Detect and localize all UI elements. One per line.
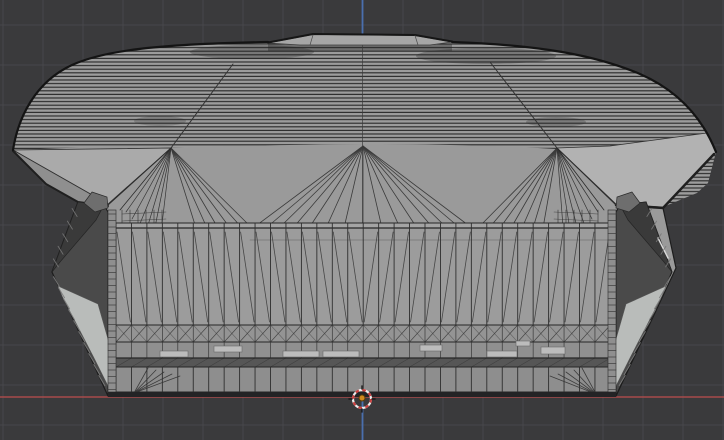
vent-rect [282,350,320,358]
vent-rect [486,350,518,358]
edge-column [107,209,117,393]
mesh-object[interactable] [11,32,718,397]
vent-rect [540,346,566,355]
viewport-canvas[interactable] [0,0,724,440]
body-bands [115,222,611,395]
object-origin-dot [358,394,366,402]
vent-rect [515,340,531,347]
vent-rect [322,350,360,358]
edge-column [607,209,617,393]
vent-rect [159,350,189,358]
viewport[interactable] [0,0,724,440]
vent-rect [213,345,243,353]
vent-rect [419,344,443,352]
